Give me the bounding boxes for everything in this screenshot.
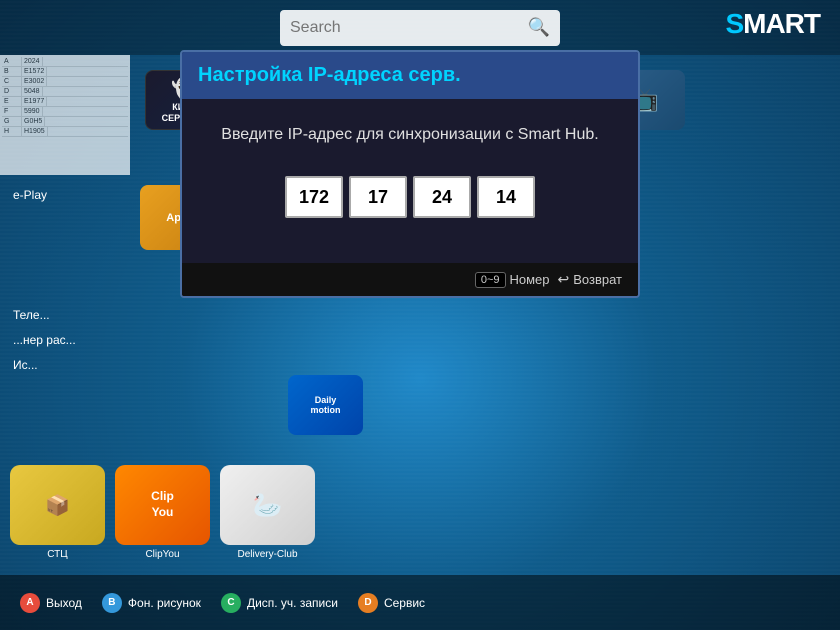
search-input[interactable] (290, 19, 520, 37)
left-item-eplay[interactable]: e-Play (8, 185, 81, 205)
app-label-clipyou: ClipYou (145, 549, 179, 560)
footer-hint: 0~9 Номер (475, 272, 550, 288)
top-bar: 🔍 SMART (0, 0, 840, 55)
app-delivery[interactable]: 🦢 Delivery-Club (220, 465, 315, 560)
btn-accounts-label: Дисп. уч. записи (247, 596, 338, 610)
bottom-bar: A Выход B Фон. рисунок C Дисп. уч. запис… (0, 575, 840, 630)
btn-exit-label: Выход (46, 596, 82, 610)
app-ctc[interactable]: 📦 СТЦ (10, 465, 105, 560)
app-label-delivery: Delivery-Club (237, 549, 297, 560)
brand-logo: SMART (725, 8, 820, 40)
app-icon-dailymotion: Dailymotion (288, 375, 363, 435)
ip-field-2[interactable]: 17 (349, 176, 407, 218)
left-panel-labels: e-Play Теле... ...нер рас... Ис... (8, 185, 81, 375)
ip-field-1[interactable]: 172 (285, 176, 343, 218)
bottom-btn-service[interactable]: D Сервис (358, 593, 425, 613)
hint-badge: 0~9 (475, 272, 506, 288)
modal-description: Введите IP-адрес для синхронизации с Sma… (212, 124, 608, 146)
bottom-btn-exit[interactable]: A Выход (20, 593, 82, 613)
modal-title: Настройка IP-адреса серв. (182, 52, 638, 99)
btn-b: B (102, 593, 122, 613)
bottom-btn-wallpaper[interactable]: B Фон. рисунок (102, 593, 201, 613)
ip-settings-modal: Настройка IP-адреса серв. Введите IP-адр… (180, 50, 640, 298)
left-item-ner[interactable]: ...нер рас... (8, 330, 81, 350)
app-clipyou[interactable]: ClipYou ClipYou (115, 465, 210, 560)
left-item-tele[interactable]: Теле... (8, 305, 81, 325)
modal-body: Введите IP-адрес для синхронизации с Sma… (182, 99, 638, 263)
ip-fields: 172 17 24 14 (212, 176, 608, 218)
app-icon-ctc: 📦 (10, 465, 105, 545)
bottom-apps-row: 📦 СТЦ ClipYou ClipYou 🦢 Delivery-Club (0, 455, 840, 570)
btn-c: C (221, 593, 241, 613)
bottom-btn-accounts[interactable]: C Дисп. уч. записи (221, 593, 338, 613)
search-icon: 🔍 (528, 17, 550, 38)
app-icon-delivery: 🦢 (220, 465, 315, 545)
ip-field-4[interactable]: 14 (477, 176, 535, 218)
search-bar[interactable]: 🔍 (280, 10, 560, 46)
left-item-is[interactable]: Ис... (8, 355, 81, 375)
btn-service-label: Сервис (384, 596, 425, 610)
modal-footer: 0~9 Номер ↩ Возврат (182, 263, 638, 296)
btn-wallpaper-label: Фон. рисунок (128, 596, 201, 610)
footer-number-label: Номер (510, 272, 550, 287)
footer-back-hint: ↩ Возврат (558, 271, 622, 288)
app-dailymotion[interactable]: Dailymotion (288, 375, 363, 435)
spreadsheet-preview: A2024 BE1572 CE3002 D5048 EE1977 F5990 G… (0, 55, 130, 175)
ip-field-3[interactable]: 24 (413, 176, 471, 218)
btn-d: D (358, 593, 378, 613)
btn-a: A (20, 593, 40, 613)
footer-back-label: Возврат (573, 272, 622, 287)
app-label-ctc: СТЦ (47, 549, 67, 560)
app-icon-clipyou: ClipYou (115, 465, 210, 545)
